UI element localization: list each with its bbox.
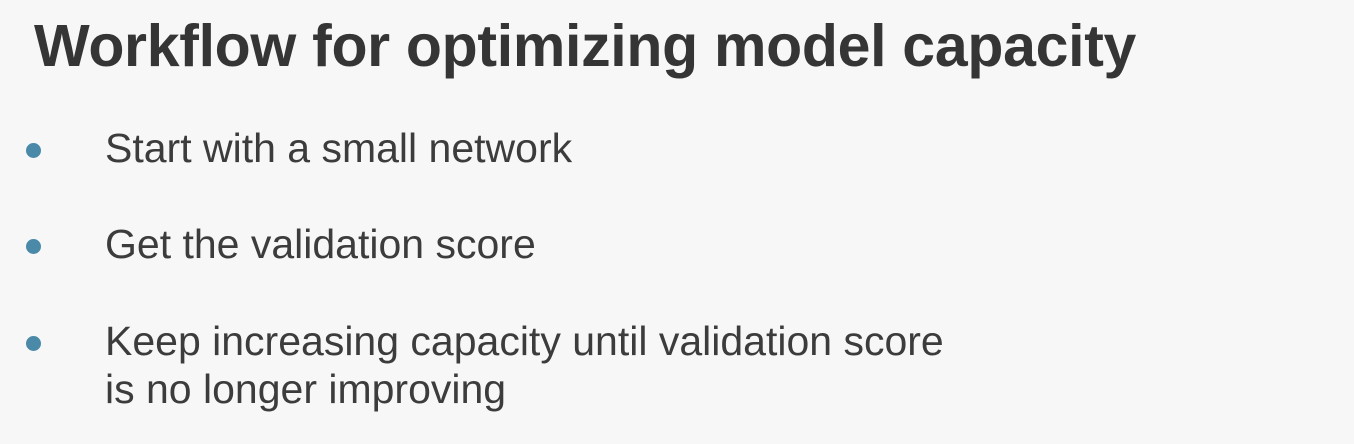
bullet-dot-icon xyxy=(26,336,41,351)
bullet-text: Keep increasing capacity until validatio… xyxy=(105,317,944,413)
bullet-text: Get the validation score xyxy=(105,220,536,268)
slide-title: Workflow for optimizing model capacity xyxy=(34,13,1137,79)
bullet-line: Start with a small network xyxy=(105,125,573,171)
bullet-line: Get the validation score xyxy=(105,221,536,267)
bullet-dot-icon xyxy=(26,239,41,254)
bullet-text: Start with a small network xyxy=(105,124,572,172)
bullet-line: is no longer improving xyxy=(105,366,507,412)
bullet-line: Keep increasing capacity until validatio… xyxy=(105,318,944,364)
bullet-dot-icon xyxy=(26,143,41,158)
